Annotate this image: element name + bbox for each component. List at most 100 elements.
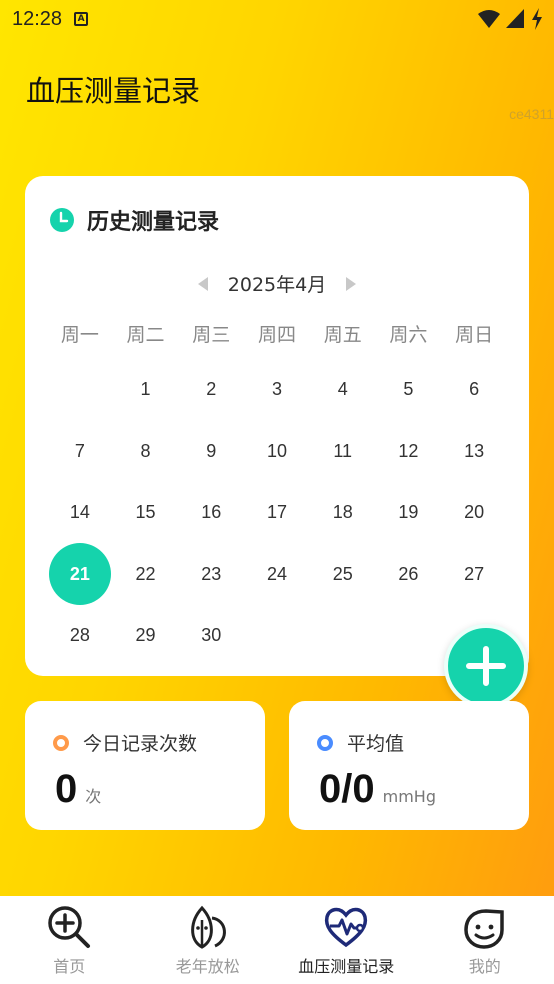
calendar-day[interactable]: 20: [441, 482, 507, 544]
bottom-nav: 首页 老年放松 血压测量记录 我的: [0, 896, 554, 984]
calendar-day[interactable]: 10: [244, 421, 310, 483]
calendar-day[interactable]: 26: [376, 544, 442, 606]
average-card: 平均值 0/0 mmHg: [289, 701, 529, 830]
weekday-label: 周六: [389, 324, 428, 346]
calendar-day[interactable]: 18: [310, 482, 376, 544]
calendar-day[interactable]: 1: [113, 359, 179, 421]
calendar-day[interactable]: 9: [178, 421, 244, 483]
calendar-day[interactable]: 5: [376, 359, 442, 421]
search-plus-icon: [48, 906, 91, 948]
day-number: 16: [201, 502, 222, 523]
calendar-day[interactable]: 25: [310, 544, 376, 606]
blue-dot-icon: [317, 734, 333, 751]
status-time: 12:28: [12, 7, 63, 30]
weekday-label: 周四: [257, 324, 296, 346]
calendar-day[interactable]: 14: [47, 482, 113, 544]
calendar-card: 历史测量记录 2025年4月 周一 周二 周三 周四 周五 周六 周日 1234567891…: [25, 176, 529, 676]
calendar-day[interactable]: 15: [113, 482, 179, 544]
day-number: 18: [332, 502, 353, 523]
today-count-label: 今日记录次数: [83, 733, 198, 755]
calendar-day[interactable]: 23: [178, 544, 244, 606]
heart-pulse-icon: [325, 907, 368, 948]
calendar-day[interactable]: 8: [113, 421, 179, 483]
day-number: 27: [464, 563, 485, 584]
day-number: 19: [398, 502, 419, 523]
calendar-day[interactable]: 6: [441, 359, 507, 421]
clock-icon: [50, 208, 74, 232]
orange-dot-icon: [53, 734, 69, 751]
calendar-day[interactable]: 30: [178, 605, 244, 667]
prev-month-icon[interactable]: [196, 276, 210, 292]
nav-home[interactable]: 首页: [0, 896, 139, 984]
day-number: 8: [140, 440, 151, 461]
day-number: 13: [464, 440, 485, 461]
day-grid: 1 2 3 4 5 6 7 8 9 10 11 12 13 14 15 16 17 18 19 20 21 22 23 24 2…: [47, 359, 507, 667]
day-number: 5: [403, 379, 414, 400]
next-month-icon[interactable]: [344, 276, 358, 292]
calendar-day[interactable]: 27: [441, 544, 507, 606]
calendar-day[interactable]: 2: [178, 359, 244, 421]
page-title: 血压测量记录: [26, 74, 201, 108]
day-number: 7: [74, 440, 85, 461]
average-label: 平均值: [347, 733, 405, 755]
weekday-label: 周日: [455, 324, 494, 346]
day-number: 26: [398, 563, 419, 584]
average-value: 0/0: [319, 767, 375, 811]
leaf-icon: [190, 905, 226, 949]
day-number: 3: [271, 379, 282, 400]
weekday-row: 周一 周二 周三 周四 周五 周六 周日: [47, 320, 507, 347]
weekday-label: 周五: [323, 324, 362, 346]
calendar-day[interactable]: 4: [310, 359, 376, 421]
weekday-label: 周三: [192, 324, 231, 346]
add-record-button[interactable]: [444, 624, 528, 708]
day-blank: [47, 359, 113, 421]
calendar-title: 历史测量记录: [87, 210, 220, 235]
calendar-day[interactable]: 3: [244, 359, 310, 421]
day-number: 1: [140, 379, 151, 400]
calendar-day[interactable]: 29: [113, 605, 179, 667]
day-number: 20: [464, 502, 485, 523]
day-number: 4: [337, 379, 348, 400]
wifi-icon: [478, 10, 500, 28]
today-count-value: 0: [55, 767, 78, 811]
status-icons: [478, 8, 544, 30]
plus-icon: [466, 646, 506, 686]
day-number: 17: [266, 502, 287, 523]
notification-icon: A: [74, 12, 89, 26]
month-label: 2025年4月: [227, 274, 327, 296]
signal-icon: [506, 9, 524, 28]
day-number: 24: [266, 563, 287, 584]
day-number: 9: [206, 440, 217, 461]
nav-mine[interactable]: 我的: [416, 896, 554, 984]
today-count-unit: 次: [85, 787, 102, 806]
month-nav: 2025年4月: [25, 270, 529, 297]
nav-bp-record[interactable]: 血压测量记录: [277, 896, 416, 984]
average-unit: mmHg: [382, 787, 436, 806]
calendar-day[interactable]: 11: [310, 421, 376, 483]
calendar-day[interactable]: 28: [47, 605, 113, 667]
calendar-day[interactable]: 13: [441, 421, 507, 483]
day-number: 30: [201, 625, 222, 646]
calendar-day-selected[interactable]: 21: [47, 543, 113, 606]
watermark: ce4311: [509, 106, 554, 122]
day-number: 12: [398, 440, 419, 461]
nav-home-label: 首页: [53, 957, 86, 976]
nav-relax[interactable]: 老年放松: [139, 896, 278, 984]
smile-icon: [463, 909, 504, 949]
calendar-header: 历史测量记录: [49, 204, 219, 236]
day-number: 28: [69, 625, 90, 646]
nav-bp-record-label: 血压测量记录: [298, 957, 395, 976]
calendar-day[interactable]: 19: [376, 482, 442, 544]
weekday-label: 周一: [60, 324, 99, 346]
calendar-day[interactable]: 12: [376, 421, 442, 483]
day-number: 2: [206, 379, 217, 400]
calendar-day[interactable]: 22: [113, 544, 179, 606]
day-number: 11: [333, 440, 353, 461]
status-bar: 12:28 A: [0, 0, 554, 38]
calendar-day[interactable]: 17: [244, 482, 310, 544]
day-number: 23: [201, 563, 222, 584]
day-number: 14: [69, 502, 90, 523]
calendar-day[interactable]: 16: [178, 482, 244, 544]
calendar-day[interactable]: 24: [244, 544, 310, 606]
calendar-day[interactable]: 7: [47, 421, 113, 483]
